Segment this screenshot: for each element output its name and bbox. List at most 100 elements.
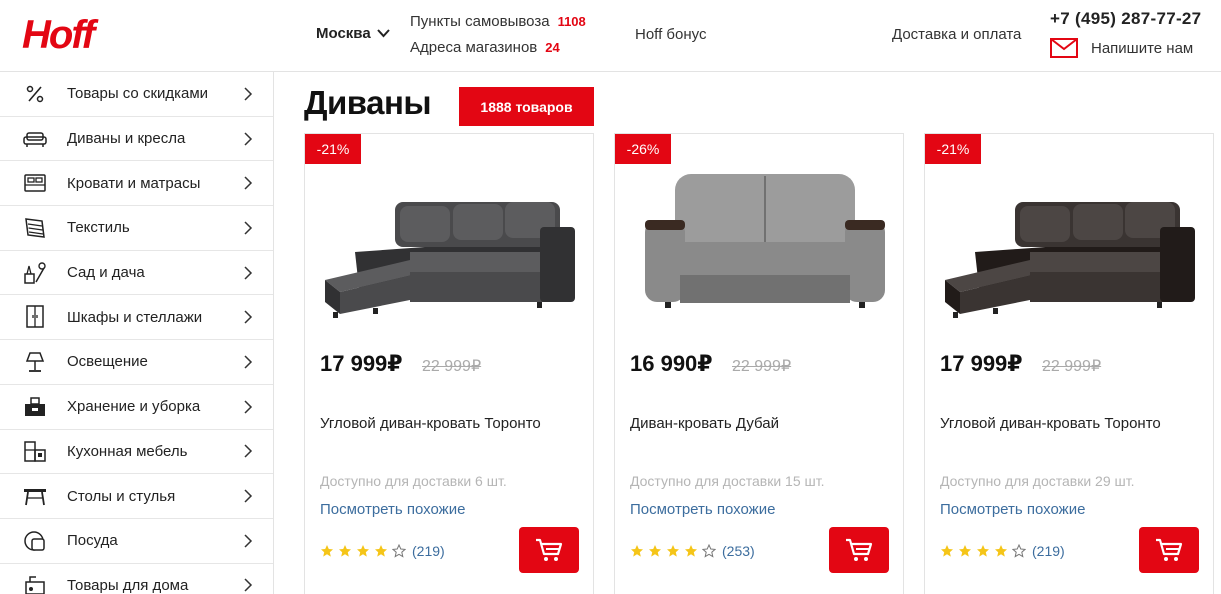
chevron-down-icon	[376, 29, 390, 38]
star-filled-icon	[995, 545, 1007, 557]
product-old-price: 22 999₽	[422, 358, 482, 375]
chevron-right-icon	[244, 578, 253, 592]
header: Hoff Москва Пункты самовывоза 1108 Адреса…	[0, 0, 1221, 72]
delivery-link[interactable]: Доставка и оплата	[892, 26, 1021, 43]
chevron-right-icon	[244, 266, 253, 280]
similar-products-link[interactable]: Посмотреть похожие	[320, 501, 465, 518]
home-goods-icon	[22, 572, 48, 594]
page-title: Диваны	[304, 84, 432, 121]
chevron-right-icon	[244, 534, 253, 548]
add-to-cart-button[interactable]	[519, 527, 579, 573]
chevron-right-icon	[244, 489, 253, 503]
sidebar-item-dishes[interactable]: Посуда	[0, 519, 273, 564]
product-card[interactable]: -21% 17 999₽ 22 999₽ Угловой диван-крова…	[924, 133, 1214, 594]
product-card[interactable]: -21% 17 999₽ 22 999₽ Угловой диван-крова…	[304, 133, 594, 594]
chevron-right-icon	[244, 444, 253, 458]
dishes-icon	[22, 528, 48, 554]
star-filled-icon	[339, 545, 351, 557]
star-empty-icon	[702, 544, 716, 558]
sidebar-item-label: Кровати и матрасы	[67, 174, 201, 192]
bed-icon	[22, 170, 48, 196]
chevron-right-icon	[244, 355, 253, 369]
discount-badge: -26%	[615, 134, 671, 164]
textile-icon	[22, 215, 48, 241]
product-name[interactable]: Угловой диван-кровать Торонто	[320, 415, 541, 432]
write-us-label: Напишите нам	[1091, 39, 1194, 57]
percent-icon	[22, 81, 48, 107]
write-us-link[interactable]: Напишите нам	[1050, 38, 1193, 58]
stores-count: 24	[545, 40, 560, 55]
lamp-icon	[22, 349, 48, 375]
city-selector[interactable]: Москва	[316, 25, 390, 42]
cart-icon	[1156, 538, 1183, 561]
product-old-price: 22 999₽	[732, 358, 792, 375]
rating: (253)	[630, 543, 755, 559]
sidebar-item-sofas[interactable]: Диваны и кресла	[0, 117, 273, 162]
star-filled-icon	[631, 545, 643, 557]
sidebar-item-storage[interactable]: Хранение и уборка	[0, 385, 273, 430]
star-filled-icon	[977, 545, 989, 557]
hoff-logo[interactable]: Hoff	[22, 10, 110, 56]
product-price: 17 999₽	[940, 351, 1023, 376]
pickup-points-link[interactable]: Пункты самовывоза 1108	[410, 11, 586, 37]
sidebar-item-garden[interactable]: Сад и дача	[0, 251, 273, 296]
category-sidebar: Товары со скидками Диваны и кресла Крова…	[0, 72, 274, 594]
star-filled-icon	[959, 545, 971, 557]
hoff-bonus-link[interactable]: Hoff бонус	[635, 26, 706, 43]
sidebar-item-home-goods[interactable]: Товары для дома	[0, 564, 273, 594]
product-name[interactable]: Диван-кровать Дубай	[630, 415, 779, 432]
cart-icon	[536, 538, 563, 561]
rating: (219)	[320, 543, 445, 559]
svg-text:Hoff: Hoff	[22, 13, 99, 56]
garden-icon	[22, 260, 48, 286]
product-availability: Доступно для доставки 15 шт.	[630, 473, 825, 489]
star-filled-icon	[649, 545, 661, 557]
star-filled-icon	[667, 545, 679, 557]
star-filled-icon	[357, 545, 369, 557]
product-availability: Доступно для доставки 6 шт.	[320, 473, 507, 489]
product-image[interactable]	[625, 162, 895, 332]
sidebar-item-textile[interactable]: Текстиль	[0, 206, 273, 251]
wardrobe-icon	[22, 304, 48, 330]
mail-icon	[1050, 38, 1078, 58]
sidebar-item-lighting[interactable]: Освещение	[0, 340, 273, 385]
product-name[interactable]: Угловой диван-кровать Торонто	[940, 415, 1161, 432]
star-filled-icon	[685, 545, 697, 557]
sidebar-item-label: Диваны и кресла	[67, 130, 186, 148]
add-to-cart-button[interactable]	[1139, 527, 1199, 573]
chevron-right-icon	[244, 400, 253, 414]
similar-products-link[interactable]: Посмотреть похожие	[940, 501, 1085, 518]
sidebar-item-tables[interactable]: Столы и стулья	[0, 474, 273, 519]
sidebar-item-label: Посуда	[67, 532, 118, 550]
product-availability: Доступно для доставки 29 шт.	[940, 473, 1135, 489]
city-label: Москва	[316, 25, 371, 42]
pickup-links: Пункты самовывоза 1108 Адреса магазинов 24	[410, 11, 586, 63]
chevron-right-icon	[244, 310, 253, 324]
star-filled-icon	[941, 545, 953, 557]
add-to-cart-button[interactable]	[829, 527, 889, 573]
star-filled-icon	[321, 545, 333, 557]
cart-icon	[846, 538, 873, 561]
sidebar-item-wardrobes[interactable]: Шкафы и стеллажи	[0, 295, 273, 341]
sidebar-item-label: Кухонная мебель	[67, 442, 188, 460]
star-empty-icon	[392, 544, 406, 558]
chevron-right-icon	[244, 132, 253, 146]
similar-products-link[interactable]: Посмотреть похожие	[630, 501, 775, 518]
sidebar-item-label: Сад и дача	[67, 264, 145, 282]
sidebar-item-beds[interactable]: Кровати и матрасы	[0, 161, 273, 207]
phone-number[interactable]: +7 (495) 287-77-27	[1050, 9, 1201, 29]
review-count[interactable]: (219)	[412, 543, 445, 559]
sidebar-item-label: Столы и стулья	[67, 487, 176, 505]
product-card[interactable]: -26% 16 990₽ 22 999₽ Диван-кровать Дубай…	[614, 133, 904, 594]
sidebar-item-discounts[interactable]: Товары со скидками	[0, 72, 273, 117]
sidebar-item-kitchen[interactable]: Кухонная мебель	[0, 430, 273, 475]
sidebar-item-label: Товары для дома	[67, 576, 189, 594]
chevron-right-icon	[244, 176, 253, 190]
review-count[interactable]: (219)	[1032, 543, 1065, 559]
store-addresses-link[interactable]: Адреса магазинов 24	[410, 37, 586, 63]
star-filled-icon	[375, 545, 387, 557]
product-image[interactable]	[935, 162, 1205, 332]
review-count[interactable]: (253)	[722, 543, 755, 559]
sidebar-item-label: Текстиль	[67, 219, 130, 237]
product-image[interactable]	[315, 162, 585, 332]
